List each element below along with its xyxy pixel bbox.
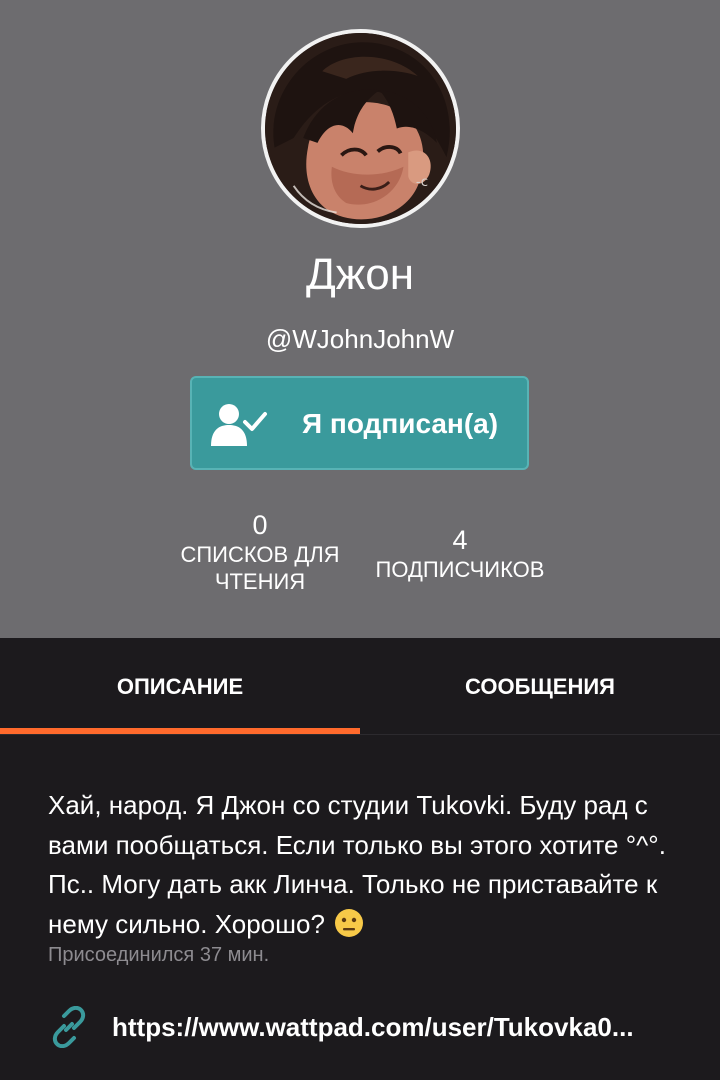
user-check-icon	[209, 400, 269, 448]
link-icon	[48, 1005, 90, 1049]
follow-button[interactable]: Я подписан(а)	[190, 376, 529, 470]
joined-time: Присоединился 37 мин.	[48, 944, 270, 966]
follow-button-label: Я подписан(а)	[302, 408, 499, 439]
display-name: Джон	[305, 250, 414, 299]
profile-link[interactable]: https://www.wattpad.com/user/Tukovka0...	[48, 1004, 688, 1052]
reading-lists-count: 0	[252, 510, 268, 540]
followers-stat[interactable]: 4 подписчиков	[360, 524, 560, 583]
active-tab-indicator	[0, 728, 360, 734]
followers-label: подписчиков	[375, 557, 545, 582]
reading-lists-label: Списков для чтения	[180, 542, 340, 594]
profile-header: -c Джон @WJohnJohnW Я подписан(а) 0 Спис…	[0, 0, 720, 638]
neutral-face-icon	[334, 908, 364, 938]
svg-text:-c: -c	[416, 175, 428, 190]
profile-tabs: ОПИСАНИЕ СООБЩЕНИЯ	[0, 638, 720, 735]
profile-description: Хай, народ. Я Джон со студии Tukovki. Бу…	[48, 786, 688, 944]
username: @WJohnJohnW	[265, 324, 455, 354]
profile-link-text[interactable]: https://www.wattpad.com/user/Tukovka0...	[112, 1012, 668, 1043]
tab-description[interactable]: ОПИСАНИЕ	[0, 638, 360, 735]
tab-messages[interactable]: СООБЩЕНИЯ	[360, 638, 720, 735]
avatar-image: -c	[265, 33, 456, 224]
avatar[interactable]: -c	[261, 29, 460, 228]
reading-lists-stat[interactable]: 0 Списков для чтения	[160, 509, 360, 595]
followers-count: 4	[452, 525, 468, 555]
